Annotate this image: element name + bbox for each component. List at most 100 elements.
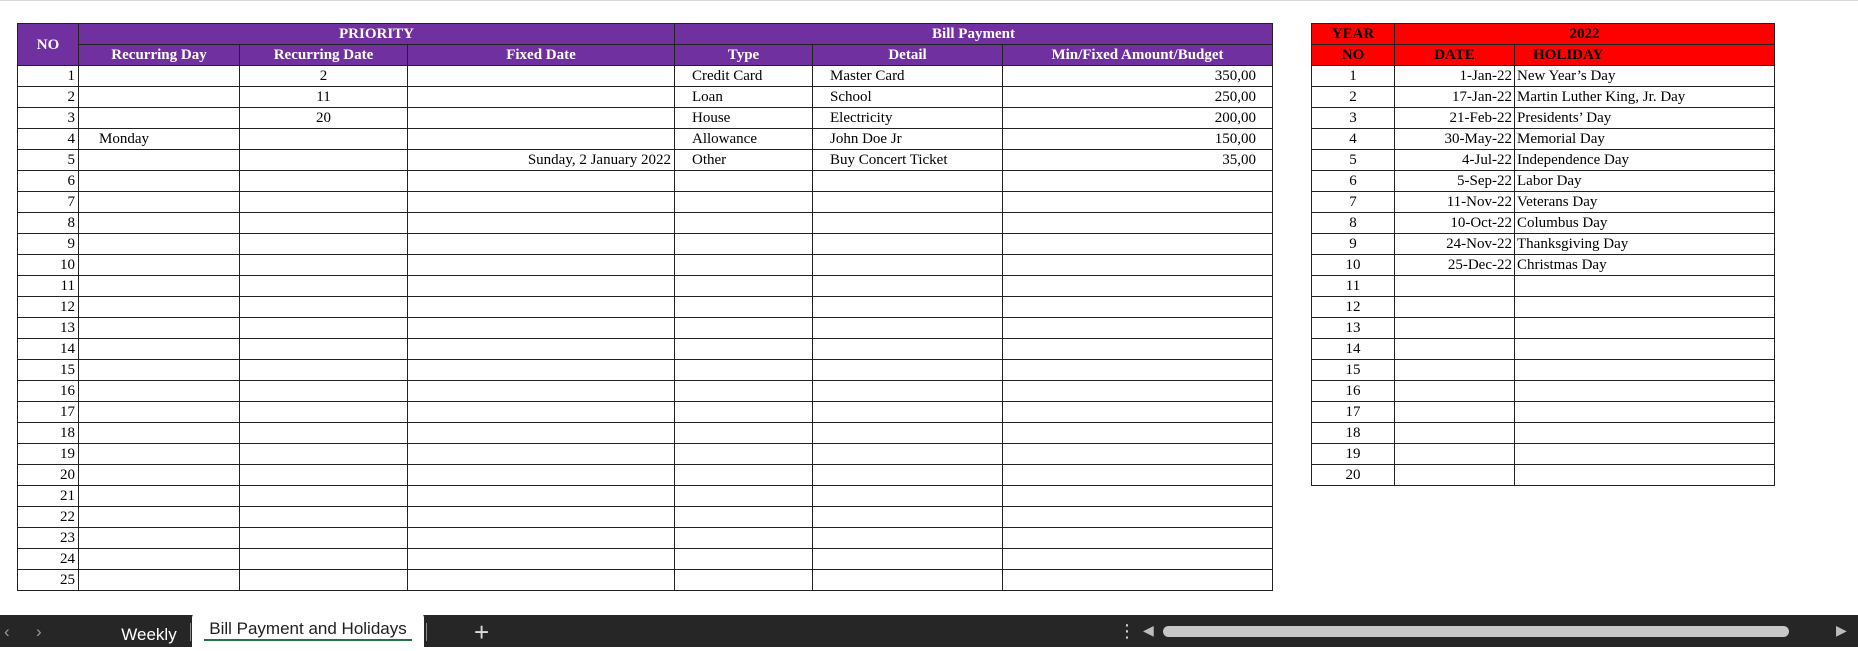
type-cell[interactable] [674,422,813,444]
row-number-cell[interactable]: 6 [17,170,79,192]
fixed-date-cell[interactable] [407,65,675,87]
holiday-date-cell[interactable] [1394,359,1515,381]
holiday-name-cell[interactable] [1514,422,1775,444]
holiday-date-cell[interactable]: 30-May-22 [1394,128,1515,150]
type-cell[interactable] [674,401,813,423]
holiday-no-cell[interactable]: 5 [1311,149,1395,171]
header-bill-payment[interactable]: Bill Payment [674,23,1273,45]
recurring-day-cell[interactable] [78,569,240,591]
fixed-date-cell[interactable] [407,254,675,276]
holiday-date-cell[interactable]: 1-Jan-22 [1394,65,1515,87]
holiday-name-cell[interactable] [1514,275,1775,297]
amount-cell[interactable] [1002,338,1273,360]
recurring-day-cell[interactable] [78,191,240,213]
holiday-name-cell[interactable]: New Year’s Day [1514,65,1775,87]
fixed-date-cell[interactable] [407,359,675,381]
row-number-cell[interactable]: 15 [17,359,79,381]
recurring-date-cell[interactable] [239,527,408,549]
holiday-no-cell[interactable]: 10 [1311,254,1395,276]
amount-cell[interactable] [1002,569,1273,591]
type-cell[interactable] [674,527,813,549]
holiday-name-cell[interactable]: Columbus Day [1514,212,1775,234]
type-cell[interactable] [674,275,813,297]
detail-cell[interactable] [812,548,1003,570]
detail-cell[interactable]: Electricity [812,107,1003,129]
recurring-day-cell[interactable] [78,359,240,381]
row-number-cell[interactable]: 14 [17,338,79,360]
fixed-date-cell[interactable] [407,485,675,507]
type-cell[interactable] [674,233,813,255]
recurring-date-cell[interactable] [239,254,408,276]
detail-cell[interactable] [812,443,1003,465]
type-cell[interactable] [674,506,813,528]
row-number-cell[interactable]: 10 [17,254,79,276]
holiday-date-cell[interactable]: 11-Nov-22 [1394,191,1515,213]
recurring-day-cell[interactable] [78,485,240,507]
recurring-day-cell[interactable] [78,296,240,318]
holiday-name-cell[interactable]: Labor Day [1514,170,1775,192]
recurring-day-cell[interactable] [78,506,240,528]
fixed-date-cell[interactable] [407,233,675,255]
type-cell[interactable] [674,338,813,360]
holiday-name-cell[interactable]: Independence Day [1514,149,1775,171]
detail-cell[interactable] [812,527,1003,549]
amount-cell[interactable] [1002,548,1273,570]
amount-cell[interactable] [1002,254,1273,276]
amount-cell[interactable] [1002,422,1273,444]
holiday-no-cell[interactable]: 15 [1311,359,1395,381]
scroll-right-icon[interactable]: ▶ [1836,622,1847,639]
recurring-date-cell[interactable] [239,464,408,486]
recurring-date-cell[interactable] [239,569,408,591]
detail-cell[interactable]: Master Card [812,65,1003,87]
recurring-date-cell[interactable]: 20 [239,107,408,129]
header-holiday[interactable]: HOLIDAY [1514,44,1775,66]
recurring-date-cell[interactable]: 11 [239,86,408,108]
recurring-day-cell[interactable] [78,527,240,549]
holiday-name-cell[interactable] [1514,443,1775,465]
amount-cell[interactable]: 200,00 [1002,107,1273,129]
fixed-date-cell[interactable] [407,338,675,360]
amount-cell[interactable]: 150,00 [1002,128,1273,150]
recurring-day-cell[interactable]: Monday [78,128,240,150]
header-fixed-date[interactable]: Fixed Date [407,44,675,66]
row-number-cell[interactable]: 24 [17,548,79,570]
type-cell[interactable] [674,254,813,276]
amount-cell[interactable] [1002,317,1273,339]
type-cell[interactable]: Other [674,149,813,171]
type-cell[interactable] [674,464,813,486]
row-number-cell[interactable]: 4 [17,128,79,150]
plus-icon[interactable]: + [474,617,489,648]
recurring-day-cell[interactable] [78,317,240,339]
holiday-no-cell[interactable]: 11 [1311,275,1395,297]
holiday-no-cell[interactable]: 3 [1311,107,1395,129]
type-cell[interactable] [674,359,813,381]
header-year[interactable]: YEAR [1311,23,1395,45]
holiday-date-cell[interactable]: 10-Oct-22 [1394,212,1515,234]
holiday-name-cell[interactable] [1514,464,1775,486]
amount-cell[interactable] [1002,275,1273,297]
header-year-value[interactable]: 2022 [1394,23,1775,45]
recurring-day-cell[interactable] [78,65,240,87]
type-cell[interactable] [674,191,813,213]
type-cell[interactable] [674,296,813,318]
amount-cell[interactable] [1002,443,1273,465]
row-number-cell[interactable]: 22 [17,506,79,528]
recurring-date-cell[interactable] [239,422,408,444]
vertical-ellipsis-icon[interactable]: ⋮ [1118,621,1136,642]
holiday-no-cell[interactable]: 19 [1311,443,1395,465]
amount-cell[interactable] [1002,401,1273,423]
recurring-date-cell[interactable] [239,170,408,192]
type-cell[interactable] [674,380,813,402]
recurring-date-cell[interactable] [239,149,408,171]
header-detail[interactable]: Detail [812,44,1003,66]
header-holiday-no[interactable]: NO [1311,44,1395,66]
recurring-date-cell[interactable] [239,443,408,465]
recurring-day-cell[interactable] [78,443,240,465]
recurring-date-cell[interactable] [239,401,408,423]
recurring-date-cell[interactable] [239,317,408,339]
detail-cell[interactable] [812,569,1003,591]
recurring-date-cell[interactable] [239,485,408,507]
holiday-name-cell[interactable]: Memorial Day [1514,128,1775,150]
detail-cell[interactable] [812,254,1003,276]
horizontal-scrollbar[interactable] [1160,626,1830,637]
